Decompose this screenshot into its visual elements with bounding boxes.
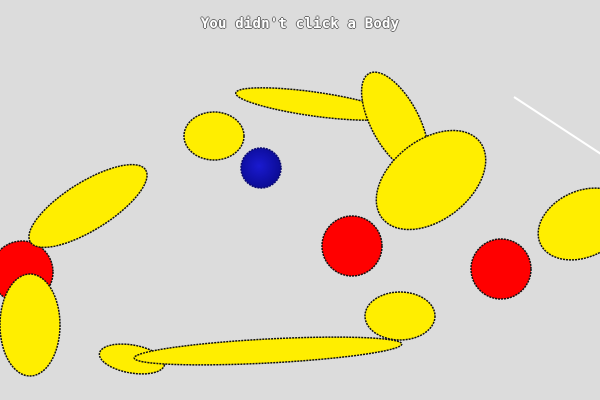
red-ball-body[interactable] <box>321 215 383 277</box>
blue-ball-body[interactable] <box>240 147 282 189</box>
yellow-ellipse-body[interactable] <box>133 332 403 370</box>
mouse-joint-line <box>513 96 600 155</box>
physics-scene[interactable]: You didn't click a Body <box>0 0 600 400</box>
physics-world-canvas[interactable] <box>0 0 600 400</box>
yellow-ellipse-body[interactable] <box>364 291 436 341</box>
yellow-ellipse-body[interactable] <box>18 150 159 263</box>
yellow-ellipse-body[interactable] <box>0 273 61 377</box>
yellow-ellipse-body[interactable] <box>526 174 600 274</box>
red-ball-body[interactable] <box>470 238 532 300</box>
yellow-ellipse-body[interactable] <box>183 111 245 161</box>
